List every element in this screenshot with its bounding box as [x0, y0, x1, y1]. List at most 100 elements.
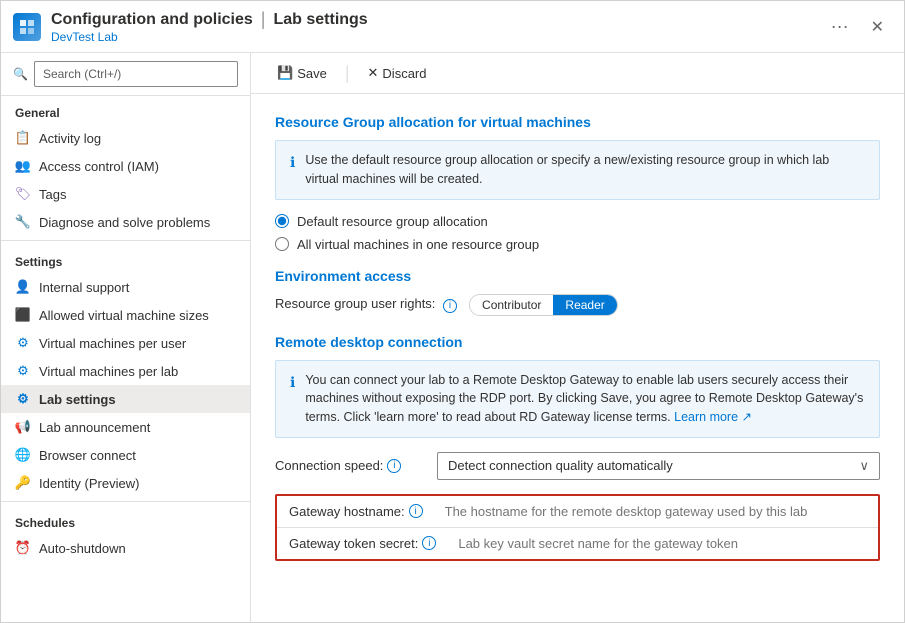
sidebar-item-lab-settings[interactable]: ⚙ Lab settings: [1, 385, 250, 413]
gateway-token-label: Gateway token secret: i: [277, 528, 448, 559]
auto-shutdown-icon: ⏰: [15, 540, 31, 556]
connection-speed-text: Connection speed:: [275, 458, 383, 473]
sidebar-scroll: General 📋 Activity log 👥 Access control …: [1, 96, 250, 622]
sidebar-item-vm-per-lab[interactable]: ⚙ Virtual machines per lab: [1, 357, 250, 385]
rg-user-rights-info-icon[interactable]: i: [443, 299, 457, 313]
resource-group-info-text: Use the default resource group allocatio…: [305, 151, 865, 189]
sidebar-label-vm-per-user: Virtual machines per user: [39, 336, 186, 351]
connection-speed-select[interactable]: Detect connection quality automatically …: [437, 452, 880, 480]
section-label-schedules: Schedules: [1, 506, 250, 534]
sidebar-label-vm-per-lab: Virtual machines per lab: [39, 364, 178, 379]
sidebar-label-internal-support: Internal support: [39, 280, 129, 295]
sidebar-label-lab-announcement: Lab announcement: [39, 420, 150, 435]
sidebar-item-tags[interactable]: 🏷 Tags: [1, 180, 250, 208]
sidebar-item-vm-per-user[interactable]: ⚙ Virtual machines per user: [1, 329, 250, 357]
sidebar: 🔍 General 📋 Activity log 👥 Access contro…: [1, 53, 251, 622]
diagnose-icon: 🔧: [15, 214, 31, 230]
vm-per-lab-icon: ⚙: [15, 363, 31, 379]
section-label-general: General: [1, 96, 250, 124]
rg-user-rights-text: Resource group user rights:: [275, 296, 435, 311]
connection-speed-label: Connection speed: i: [275, 458, 425, 473]
remote-desktop-title: Remote desktop connection: [275, 334, 880, 350]
internal-support-icon: 👤: [15, 279, 31, 295]
gateway-box: Gateway hostname: i Gateway token secret…: [275, 494, 880, 561]
sidebar-label-activity-log: Activity log: [39, 131, 101, 146]
remote-desktop-info-box: ℹ You can connect your lab to a Remote D…: [275, 360, 880, 438]
gateway-hostname-info-icon[interactable]: i: [409, 504, 423, 518]
activity-log-icon: 📋: [15, 130, 31, 146]
connection-speed-info-icon[interactable]: i: [387, 459, 401, 473]
info-icon-2: ℹ: [290, 372, 295, 393]
radio-default-rg-label: Default resource group allocation: [297, 214, 488, 229]
contributor-option[interactable]: Contributor: [470, 295, 553, 315]
radio-all-vm-one-rg[interactable]: All virtual machines in one resource gro…: [275, 237, 880, 252]
gateway-token-input[interactable]: [448, 528, 878, 559]
learn-more-link[interactable]: Learn more ↗: [674, 410, 752, 424]
main-window: Configuration and policies | Lab setting…: [0, 0, 905, 623]
environment-access-title: Environment access: [275, 268, 880, 284]
gateway-token-row: Gateway token secret: i: [277, 528, 878, 559]
sidebar-label-access-control: Access control (IAM): [39, 159, 159, 174]
sidebar-label-browser-connect: Browser connect: [39, 448, 136, 463]
sidebar-item-vm-sizes[interactable]: ⬛ Allowed virtual machine sizes: [1, 301, 250, 329]
sidebar-label-lab-settings: Lab settings: [39, 392, 116, 407]
reader-option[interactable]: Reader: [553, 295, 616, 315]
content-body: Resource Group allocation for virtual ma…: [251, 94, 904, 622]
sidebar-item-access-control[interactable]: 👥 Access control (IAM): [1, 152, 250, 180]
sidebar-item-auto-shutdown[interactable]: ⏰ Auto-shutdown: [1, 534, 250, 562]
remote-desktop-info-text: You can connect your lab to a Remote Des…: [305, 371, 865, 427]
gateway-hostname-input[interactable]: [435, 496, 878, 527]
radio-group-rg: Default resource group allocation All vi…: [275, 214, 880, 252]
content-toolbar: 💾 Save | ✕ Discard: [251, 53, 904, 94]
title-text-group: Configuration and policies | Lab setting…: [51, 9, 815, 44]
lab-announcement-icon: 📢: [15, 419, 31, 435]
lab-settings-icon: ⚙: [15, 391, 31, 407]
vm-sizes-icon: ⬛: [15, 307, 31, 323]
close-button[interactable]: ✕: [863, 13, 892, 41]
search-icon: 🔍: [13, 67, 28, 81]
sidebar-item-lab-announcement[interactable]: 📢 Lab announcement: [1, 413, 250, 441]
chevron-down-icon: ∨: [859, 458, 869, 474]
identity-icon: 🔑: [15, 475, 31, 491]
content-panel: 💾 Save | ✕ Discard Resource Group alloca…: [251, 53, 904, 622]
connection-speed-value: Detect connection quality automatically: [448, 458, 673, 473]
save-icon: 💾: [277, 65, 293, 81]
sidebar-item-activity-log[interactable]: 📋 Activity log: [1, 124, 250, 152]
gateway-token-info-icon[interactable]: i: [422, 536, 436, 550]
more-options-button[interactable]: ···: [825, 14, 855, 39]
sidebar-label-tags: Tags: [39, 187, 66, 202]
rg-user-rights-row: Resource group user rights: i Contributo…: [275, 294, 880, 316]
radio-all-vm-one-rg-label: All virtual machines in one resource gro…: [297, 237, 539, 252]
title-bar: Configuration and policies | Lab setting…: [1, 1, 904, 53]
section-label-settings: Settings: [1, 245, 250, 273]
gateway-hostname-text: Gateway hostname:: [289, 504, 405, 519]
sidebar-item-internal-support[interactable]: 👤 Internal support: [1, 273, 250, 301]
radio-default-rg[interactable]: Default resource group allocation: [275, 214, 880, 229]
sidebar-label-identity: Identity (Preview): [39, 476, 139, 491]
search-input[interactable]: [34, 61, 238, 87]
sidebar-search-area: 🔍: [1, 53, 250, 96]
title-config: Configuration and policies: [51, 11, 253, 29]
resource-group-section-title: Resource Group allocation for virtual ma…: [275, 114, 880, 130]
sidebar-label-diagnose: Diagnose and solve problems: [39, 215, 210, 230]
resource-group-info-box: ℹ Use the default resource group allocat…: [275, 140, 880, 200]
environment-access-section: Environment access Resource group user r…: [275, 268, 880, 316]
title-actions: ··· ✕: [825, 13, 892, 41]
main-layout: 🔍 General 📋 Activity log 👥 Access contro…: [1, 53, 904, 622]
save-button[interactable]: 💾 Save: [271, 61, 333, 85]
divider-1: [1, 240, 250, 241]
gateway-hostname-label: Gateway hostname: i: [277, 496, 435, 527]
rg-user-rights-label: Resource group user rights: i: [275, 296, 457, 313]
breadcrumb: DevTest Lab: [51, 30, 815, 44]
sidebar-item-diagnose[interactable]: 🔧 Diagnose and solve problems: [1, 208, 250, 236]
gateway-token-text: Gateway token secret:: [289, 536, 418, 551]
user-rights-toggle: Contributor Reader: [469, 294, 618, 316]
discard-label: Discard: [382, 66, 426, 81]
sidebar-item-identity[interactable]: 🔑 Identity (Preview): [1, 469, 250, 497]
access-control-icon: 👥: [15, 158, 31, 174]
sidebar-label-vm-sizes: Allowed virtual machine sizes: [39, 308, 209, 323]
sidebar-item-browser-connect[interactable]: 🌐 Browser connect: [1, 441, 250, 469]
app-icon: [13, 13, 41, 41]
discard-button[interactable]: ✕ Discard: [362, 61, 433, 85]
sidebar-label-auto-shutdown: Auto-shutdown: [39, 541, 126, 556]
